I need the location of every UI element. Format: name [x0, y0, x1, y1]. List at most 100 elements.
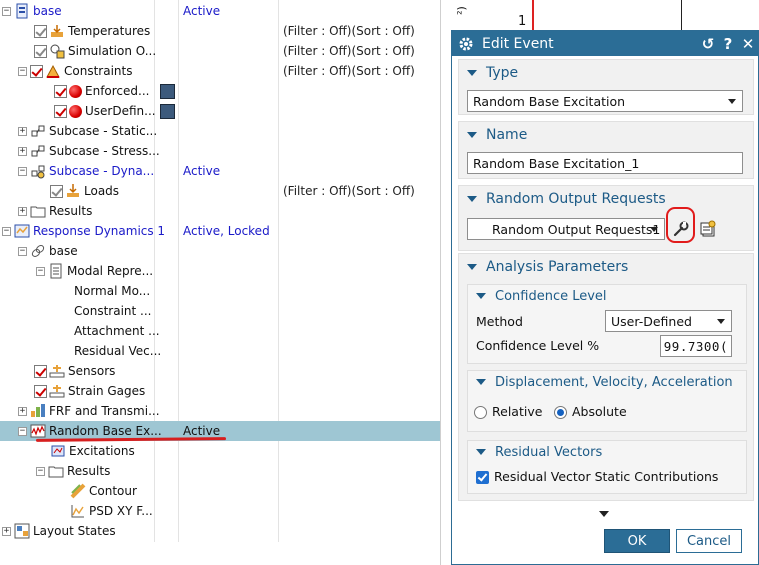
collapse-icon[interactable]: − [36, 466, 45, 476]
subsection-title: Confidence Level [495, 288, 607, 304]
tree-row-contour[interactable]: Contour [0, 481, 440, 501]
tree-row-constraint-modes[interactable]: Constraint ... [0, 301, 440, 321]
collapse-triangle-icon [467, 132, 477, 138]
tree-row-userdefined[interactable]: UserDefin... [0, 101, 440, 121]
type-dropdown[interactable]: Random Base Excitation [467, 90, 743, 112]
analysis-section-header[interactable]: Analysis Parameters [459, 254, 753, 280]
section-title: Name [486, 127, 528, 143]
collapse-icon[interactable]: − [36, 266, 45, 276]
tree-label: Results [67, 464, 111, 478]
tree-label: Attachment ... [74, 324, 160, 338]
collapse-icon[interactable]: − [18, 246, 27, 256]
help-icon[interactable]: ? [718, 35, 738, 53]
section-title: Random Output Requests [486, 191, 666, 207]
constraint-icon [45, 63, 61, 79]
constraint-red-dot-icon [69, 84, 82, 98]
tree-row-strain-gages[interactable]: Strain Gages [0, 381, 440, 401]
relative-radio[interactable] [474, 406, 487, 419]
expand-icon[interactable]: + [18, 206, 27, 216]
more-options-chevron-icon[interactable] [599, 511, 609, 517]
tree-row-simulation-objects[interactable]: Simulation O... (Filter : Off)(Sort : Of… [0, 41, 440, 61]
dva-header[interactable]: Displacement, Velocity, Acceleration [468, 371, 746, 393]
visibility-checkbox[interactable] [34, 364, 47, 378]
type-section-header[interactable]: Type [459, 60, 753, 86]
tree-label: Results [49, 204, 93, 218]
visibility-checkbox[interactable] [54, 84, 67, 98]
expand-icon[interactable]: + [18, 146, 27, 156]
tree-row-rbe-results[interactable]: − Results [0, 461, 440, 481]
tree-label: UserDefin... [85, 104, 156, 118]
collapse-icon[interactable]: − [18, 66, 27, 76]
tree-row-response-dynamics[interactable]: − Response Dynamics 1 Active, Locked [0, 221, 440, 241]
constraint-red-dot-icon [69, 104, 82, 118]
visibility-checkbox[interactable] [50, 184, 63, 198]
cancel-button[interactable]: Cancel [676, 529, 742, 553]
create-request-icon[interactable] [697, 218, 719, 240]
expand-icon[interactable]: + [2, 526, 11, 536]
section-title: Type [486, 65, 519, 81]
collapse-icon[interactable]: − [18, 426, 27, 436]
contour-icon [70, 483, 86, 499]
expand-icon[interactable]: + [18, 126, 27, 136]
tree-row-loads[interactable]: Loads (Filter : Off)(Sort : Off) [0, 181, 440, 201]
tree-row-modal-representation[interactable]: − Modal Repre... [0, 261, 440, 281]
expand-icon[interactable]: + [18, 406, 27, 416]
subcase-active-icon [30, 163, 46, 179]
tree-row-base[interactable]: − base Active [0, 1, 440, 21]
color-swatch[interactable] [160, 84, 175, 99]
tree-row-subcase-dynamic[interactable]: − Subcase - Dyna... Active [0, 161, 440, 181]
reset-icon[interactable]: ↺ [698, 35, 718, 53]
response-dynamics-icon [14, 223, 30, 239]
collapse-icon[interactable]: − [2, 6, 11, 16]
collapse-icon[interactable]: − [18, 166, 27, 176]
tree-row-frf[interactable]: + FRF and Transmi... [0, 401, 440, 421]
visibility-checkbox[interactable] [30, 64, 43, 78]
output-requests-section-header[interactable]: Random Output Requests [459, 186, 753, 212]
tree-row-residual-vectors[interactable]: Residual Vec... [0, 341, 440, 361]
method-dropdown[interactable]: User-Defined [605, 310, 732, 332]
sensor-icon [49, 363, 65, 379]
method-value: User-Defined [611, 313, 692, 329]
color-swatch[interactable] [160, 104, 175, 119]
tree-row-sensors[interactable]: Sensors [0, 361, 440, 381]
tree-row-normal-modes[interactable]: Normal Mo... [0, 281, 440, 301]
tree-label: FRF and Transmi... [49, 404, 160, 418]
random-excitation-icon [30, 423, 46, 439]
tree-label: Strain Gages [68, 384, 146, 398]
tree-row-subcase-static[interactable]: + Subcase - Static... [0, 121, 440, 141]
tree-row-temperatures[interactable]: Temperatures (Filter : Off)(Sort : Off) [0, 21, 440, 41]
visibility-checkbox[interactable] [34, 384, 47, 398]
residual-checkbox[interactable] [476, 471, 489, 484]
tree-row-results[interactable]: + Results [0, 201, 440, 221]
confidence-header[interactable]: Confidence Level [468, 285, 746, 307]
tree-row-subcase-stress[interactable]: + Subcase - Stress... [0, 141, 440, 161]
visibility-checkbox[interactable] [54, 104, 67, 118]
absolute-radio[interactable] [554, 406, 567, 419]
tree-row-rd-base[interactable]: − base [0, 241, 440, 261]
name-input[interactable]: Random Base Excitation_1 [467, 152, 743, 174]
collapse-triangle-icon [467, 264, 477, 270]
tree-row-constraints[interactable]: − Constraints (Filter : Off)(Sort : Off) [0, 61, 440, 81]
tree-row-attachment[interactable]: Attachment ... [0, 321, 440, 341]
residual-header[interactable]: Residual Vectors [468, 441, 746, 463]
visibility-checkbox[interactable] [34, 44, 47, 58]
method-label: Method [476, 314, 523, 329]
visibility-checkbox[interactable] [34, 24, 47, 38]
tree-label: Response Dynamics 1 [33, 224, 166, 238]
name-section-header[interactable]: Name [459, 122, 753, 148]
confidence-level-input[interactable]: 99.7300( [660, 335, 732, 357]
tree-row-psd-xy[interactable]: PSD XY F... [0, 501, 440, 521]
tree-row-layout-states[interactable]: + Layout States [0, 521, 440, 541]
close-icon[interactable]: ✕ [738, 35, 758, 53]
status-text: Active [183, 164, 221, 178]
output-requests-section: Random Output Requests Random Output Req… [458, 185, 754, 251]
tree-row-enforced[interactable]: Enforced... [0, 81, 440, 101]
ok-button[interactable]: OK [604, 529, 670, 553]
tree-row-excitations[interactable]: Excitations [0, 441, 440, 461]
layout-states-icon [14, 523, 30, 539]
dialog-title-bar[interactable]: Edit Event ↺ ? ✕ [452, 31, 758, 56]
output-requests-dropdown[interactable]: Random Output Requests1 [467, 218, 665, 240]
sim-file-icon [14, 3, 30, 19]
status-text: Active, Locked [183, 224, 270, 238]
collapse-icon[interactable]: − [2, 226, 11, 236]
